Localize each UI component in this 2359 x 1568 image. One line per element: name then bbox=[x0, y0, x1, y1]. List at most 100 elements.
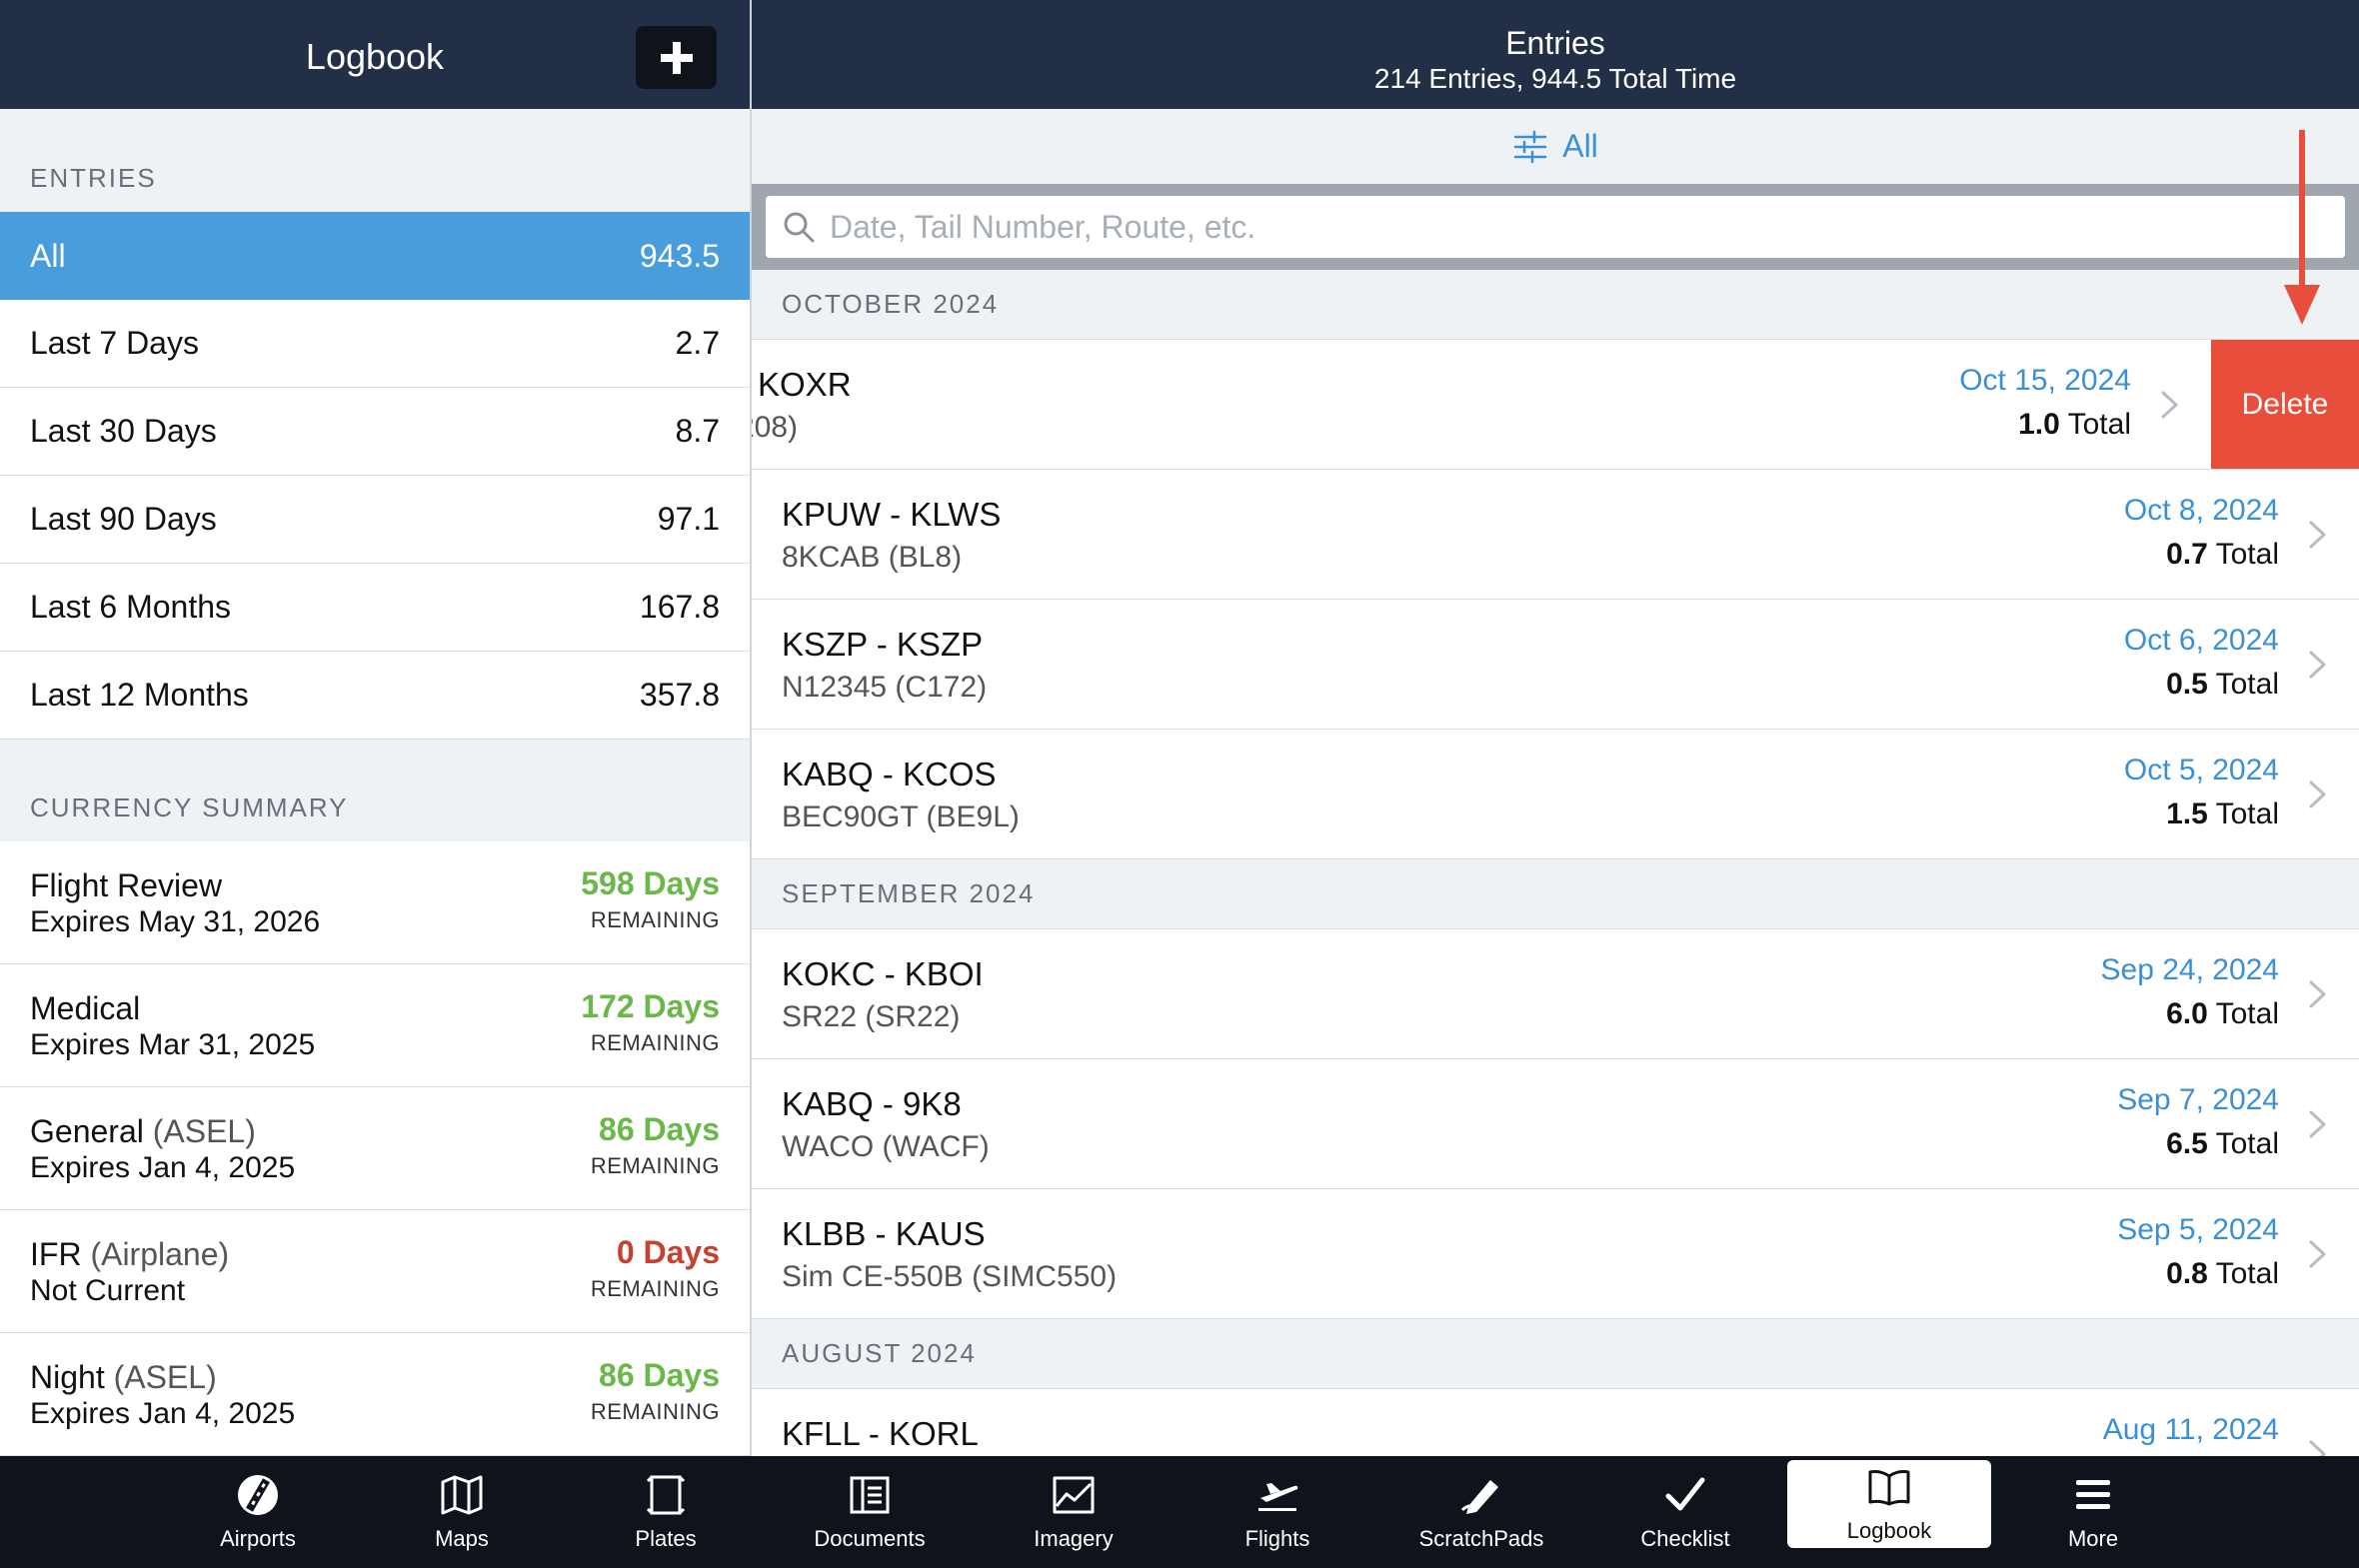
entries-title: Entries bbox=[1505, 25, 1605, 61]
entry-aircraft: SR22 (SR22) bbox=[782, 1000, 961, 1033]
entry-filter-value: 8.7 bbox=[675, 413, 720, 449]
currency-item-general[interactable]: General (ASEL) Expires Jan 4, 2025 86 Da… bbox=[0, 1087, 750, 1210]
add-entry-button[interactable] bbox=[636, 26, 717, 89]
entries-filter-button[interactable]: All bbox=[752, 109, 2359, 184]
currency-days: 86 Days bbox=[599, 1111, 720, 1147]
currency-qualifier: (Airplane) bbox=[90, 1236, 230, 1272]
checklist-icon bbox=[1665, 1477, 1705, 1511]
delete-button[interactable]: Delete bbox=[2211, 340, 2359, 469]
currency-days: 86 Days bbox=[599, 1357, 720, 1393]
flights-icon bbox=[1258, 1483, 1298, 1511]
currency-remaining-label: REMAINING bbox=[590, 1153, 720, 1178]
currency-item-flight-review[interactable]: Flight Review Expires May 31, 2026 598 D… bbox=[0, 841, 750, 964]
month-header: SEPTEMBER 2024 bbox=[752, 859, 2359, 929]
month-header: AUGUST 2024 bbox=[752, 1319, 2359, 1389]
tab-label: Logbook bbox=[1846, 1518, 1932, 1543]
tab-label: Plates bbox=[635, 1526, 697, 1551]
chevron-right-icon bbox=[2309, 1440, 2326, 1456]
entries-filter-last-30-days[interactable]: Last 30 Days 8.7 bbox=[0, 388, 750, 476]
chevron-right-icon bbox=[2309, 980, 2326, 1008]
map-icon bbox=[441, 1475, 483, 1515]
entry-aircraft: 208) bbox=[752, 411, 799, 444]
currency-item-medical[interactable]: Medical Expires Mar 31, 2025 172 Days RE… bbox=[0, 964, 750, 1087]
tab-maps[interactable]: Maps bbox=[360, 1456, 564, 1568]
entry-total-suffix: Total bbox=[2215, 997, 2279, 1030]
currency-item-ifr[interactable]: IFR (Airplane) Not Current 0 Days REMAIN… bbox=[0, 1210, 750, 1333]
tab-more[interactable]: More bbox=[1991, 1456, 2195, 1568]
sidebar-header: Logbook bbox=[0, 0, 750, 109]
entry-filter-label: Last 6 Months bbox=[30, 589, 231, 625]
tab-label: Imagery bbox=[1034, 1526, 1114, 1551]
list-item[interactable]: KLBB - KAUS Sim CE-550B (SIMC550) Sep 5,… bbox=[752, 1189, 2359, 1319]
entries-filter-last-12-months[interactable]: Last 12 Months 357.8 bbox=[0, 652, 750, 740]
logbook-sidebar: Logbook ENTRIES All 943.5 Last 7 Days 2.… bbox=[0, 0, 750, 1456]
entry-route: KFLL - KORL bbox=[782, 1415, 979, 1452]
entry-filter-label: Last 7 Days bbox=[30, 325, 199, 361]
currency-name: Medical bbox=[30, 990, 140, 1027]
entries-filter-last-6-months[interactable]: Last 6 Months 167.8 bbox=[0, 564, 750, 652]
entries-filter-all[interactable]: All 943.5 bbox=[0, 212, 750, 300]
entry-total-suffix: Total bbox=[2215, 797, 2279, 830]
currency-name-text: Flight Review bbox=[30, 867, 223, 903]
list-item-swiped[interactable]: KOXR 208) Oct 15, 2024 1.0 Total Delete bbox=[752, 340, 2359, 470]
entry-total-suffix: Total bbox=[2215, 1127, 2279, 1160]
entry-filter-value: 2.7 bbox=[675, 325, 720, 361]
currency-expiry: Not Current bbox=[30, 1274, 186, 1307]
tab-label: Checklist bbox=[1640, 1526, 1730, 1551]
currency-name-text: Medical bbox=[30, 990, 141, 1026]
entry-aircraft: Sim CE-550B (SIMC550) bbox=[782, 1260, 1118, 1293]
search-icon bbox=[784, 212, 815, 243]
tab-plates[interactable]: Plates bbox=[564, 1456, 768, 1568]
currency-expiry: Expires Jan 4, 2025 bbox=[30, 1151, 296, 1184]
entry-total: 6.5 Total bbox=[2166, 1127, 2279, 1161]
list-item[interactable]: KSZP - KSZP N12345 (C172) Oct 6, 2024 0.… bbox=[752, 600, 2359, 730]
entry-total: 1.0 Total bbox=[2018, 408, 2131, 442]
currency-name: Night (ASEL) bbox=[30, 1359, 217, 1396]
chevron-right-icon bbox=[2309, 1240, 2326, 1268]
entry-total-suffix: Total bbox=[2215, 1257, 2279, 1290]
chevron-right-icon bbox=[2309, 651, 2326, 679]
currency-name-text: IFR bbox=[30, 1236, 82, 1272]
entry-route: KOXR bbox=[758, 366, 852, 403]
currency-expiry: Expires May 31, 2026 bbox=[30, 905, 321, 938]
tab-scratchpads[interactable]: ScratchPads bbox=[1379, 1456, 1583, 1568]
list-item[interactable]: KFLL - KORL Aug 11, 2024 bbox=[752, 1389, 2359, 1456]
entry-total-value: 0.5 bbox=[2166, 668, 2208, 701]
entry-total: 6.0 Total bbox=[2166, 997, 2279, 1031]
currency-days: 0 Days bbox=[616, 1234, 720, 1270]
list-item[interactable]: KOKC - KBOI SR22 (SR22) Sep 24, 2024 6.0… bbox=[752, 929, 2359, 1059]
currency-qualifier: (ASEL) bbox=[152, 1113, 256, 1149]
entry-total-suffix: Total bbox=[2215, 538, 2279, 571]
entry-total-suffix: Total bbox=[2067, 408, 2131, 441]
plates-icon bbox=[646, 1475, 686, 1515]
entry-total: 0.7 Total bbox=[2166, 538, 2279, 572]
currency-section-label: CURRENCY SUMMARY bbox=[30, 792, 349, 822]
tab-checklist[interactable]: Checklist bbox=[1583, 1456, 1787, 1568]
currency-item-night[interactable]: Night (ASEL) Expires Jan 4, 2025 86 Days… bbox=[0, 1333, 750, 1456]
month-header: OCTOBER 2024 bbox=[752, 270, 2359, 340]
tab-documents[interactable]: Documents bbox=[768, 1456, 972, 1568]
entries-filter-last-7-days[interactable]: Last 7 Days 2.7 bbox=[0, 300, 750, 388]
tab-logbook[interactable]: Logbook bbox=[1787, 1460, 1991, 1548]
entry-aircraft: 8KCAB (BL8) bbox=[782, 541, 963, 574]
entry-total-value: 0.7 bbox=[2166, 538, 2208, 571]
currency-name-text: General bbox=[30, 1113, 144, 1149]
tab-airports[interactable]: Airports bbox=[156, 1456, 360, 1568]
currency-expiry: Expires Jan 4, 2025 bbox=[30, 1397, 296, 1430]
entry-filter-value: 97.1 bbox=[657, 501, 720, 537]
list-item[interactable]: KPUW - KLWS 8KCAB (BL8) Oct 8, 2024 0.7 … bbox=[752, 470, 2359, 600]
logbook-icon bbox=[1868, 1470, 1910, 1506]
scratchpad-icon bbox=[1460, 1480, 1498, 1514]
entry-route: KABQ - KCOS bbox=[782, 756, 997, 792]
entry-filter-label: Last 30 Days bbox=[30, 413, 217, 449]
entry-total: 0.8 Total bbox=[2166, 1257, 2279, 1291]
search-input[interactable] bbox=[830, 208, 2345, 246]
list-item[interactable]: KABQ - 9K8 WACO (WACF) Sep 7, 2024 6.5 T… bbox=[752, 1059, 2359, 1189]
entries-filter-last-90-days[interactable]: Last 90 Days 97.1 bbox=[0, 476, 750, 564]
list-item[interactable]: KABQ - KCOS BEC90GT (BE9L) Oct 5, 2024 1… bbox=[752, 730, 2359, 859]
tab-imagery[interactable]: Imagery bbox=[972, 1456, 1176, 1568]
currency-days: 172 Days bbox=[581, 988, 720, 1024]
tab-flights[interactable]: Flights bbox=[1176, 1456, 1379, 1568]
search-box bbox=[766, 196, 2345, 258]
tab-label: More bbox=[2067, 1526, 2119, 1551]
